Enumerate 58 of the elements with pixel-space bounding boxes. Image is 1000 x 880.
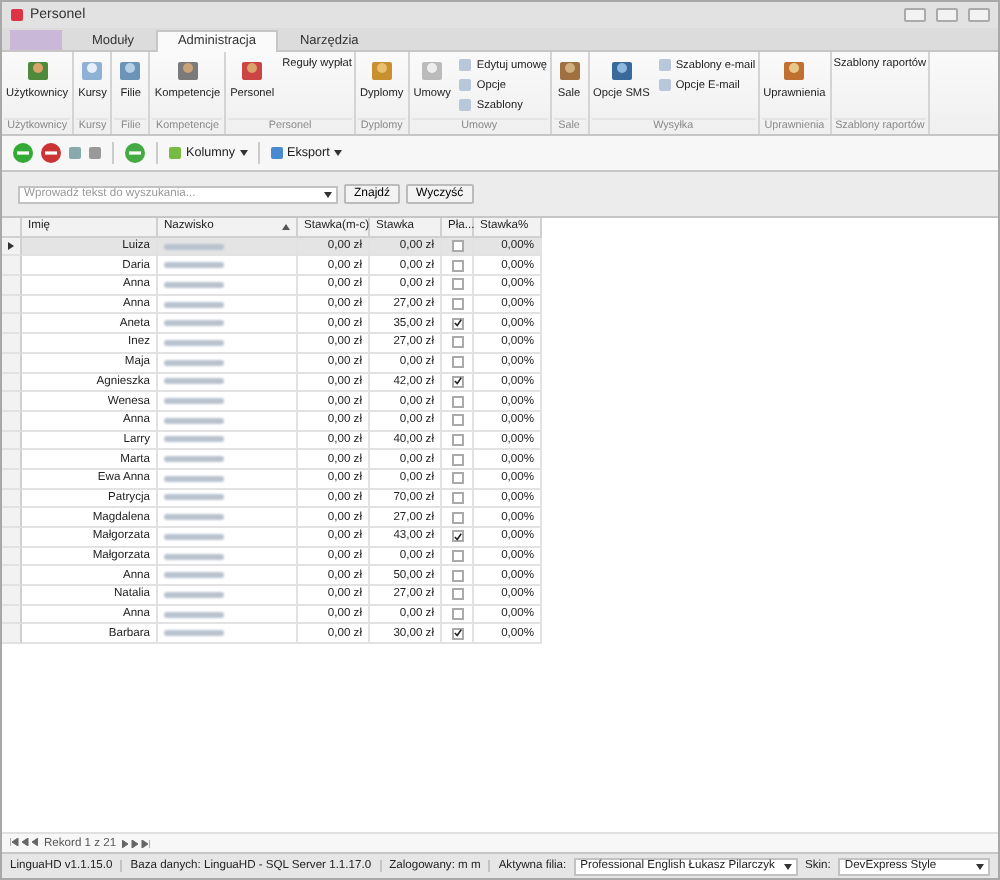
blurred-text: [164, 378, 224, 385]
caret-icon: [333, 150, 342, 156]
blurred-text: [164, 572, 224, 579]
blurred-text: [164, 533, 224, 540]
minimize-button[interactable]: [904, 8, 926, 22]
blurred-text: [164, 514, 224, 521]
maximize-button[interactable]: [936, 8, 958, 22]
blurred-text: [164, 591, 224, 598]
blurred-text: [164, 494, 224, 501]
blurred-text: [164, 359, 224, 366]
blurred-text: [164, 475, 224, 482]
blurred-text: [164, 262, 224, 269]
checkbox[interactable]: [451, 511, 463, 524]
checkbox[interactable]: [451, 395, 463, 408]
checkbox[interactable]: [451, 530, 463, 543]
checkbox[interactable]: [451, 550, 463, 563]
checkbox[interactable]: [451, 472, 463, 485]
blurred-text: [164, 243, 224, 250]
checkbox[interactable]: [451, 240, 463, 253]
checkbox[interactable]: [451, 298, 463, 311]
caret-icon: [324, 191, 332, 197]
blurred-text: [164, 553, 224, 560]
checkbox[interactable]: [451, 414, 463, 427]
checkbox[interactable]: [451, 317, 463, 330]
remove-icon[interactable]: [40, 142, 62, 164]
blurred-text: [164, 320, 224, 327]
add-icon[interactable]: [12, 142, 34, 164]
caret-icon: [976, 863, 984, 869]
sort-icon: [282, 223, 290, 230]
checkbox[interactable]: [451, 278, 463, 291]
checkbox[interactable]: [451, 491, 463, 504]
row-indicator[interactable]: [2, 237, 22, 257]
caret-icon: [783, 863, 791, 869]
checkbox[interactable]: [451, 608, 463, 621]
blurred-text: [164, 456, 224, 463]
checkbox[interactable]: [451, 356, 463, 369]
blurred-text: [164, 630, 224, 637]
app-icon: [10, 8, 24, 22]
navigator-next-icons[interactable]: [122, 839, 151, 847]
checkbox[interactable]: [451, 588, 463, 601]
checkbox[interactable]: [451, 627, 463, 640]
blurred-text: [164, 281, 224, 288]
checkbox[interactable]: [451, 569, 463, 582]
current-row-icon: [8, 242, 14, 251]
checkbox[interactable]: [451, 336, 463, 349]
blurred-text: [164, 301, 224, 308]
caret-icon: [239, 150, 247, 156]
checkbox[interactable]: [451, 259, 463, 272]
blurred-text: [164, 398, 224, 405]
blurred-text: [164, 339, 224, 346]
checkbox[interactable]: [451, 453, 463, 466]
blurred-text: [164, 611, 224, 618]
checkbox[interactable]: [451, 433, 463, 446]
blurred-text: [164, 417, 224, 424]
checkbox[interactable]: [451, 375, 463, 388]
navigator-buttons[interactable]: [10, 837, 38, 849]
blurred-text: [164, 436, 224, 443]
close-button[interactable]: [968, 8, 990, 22]
